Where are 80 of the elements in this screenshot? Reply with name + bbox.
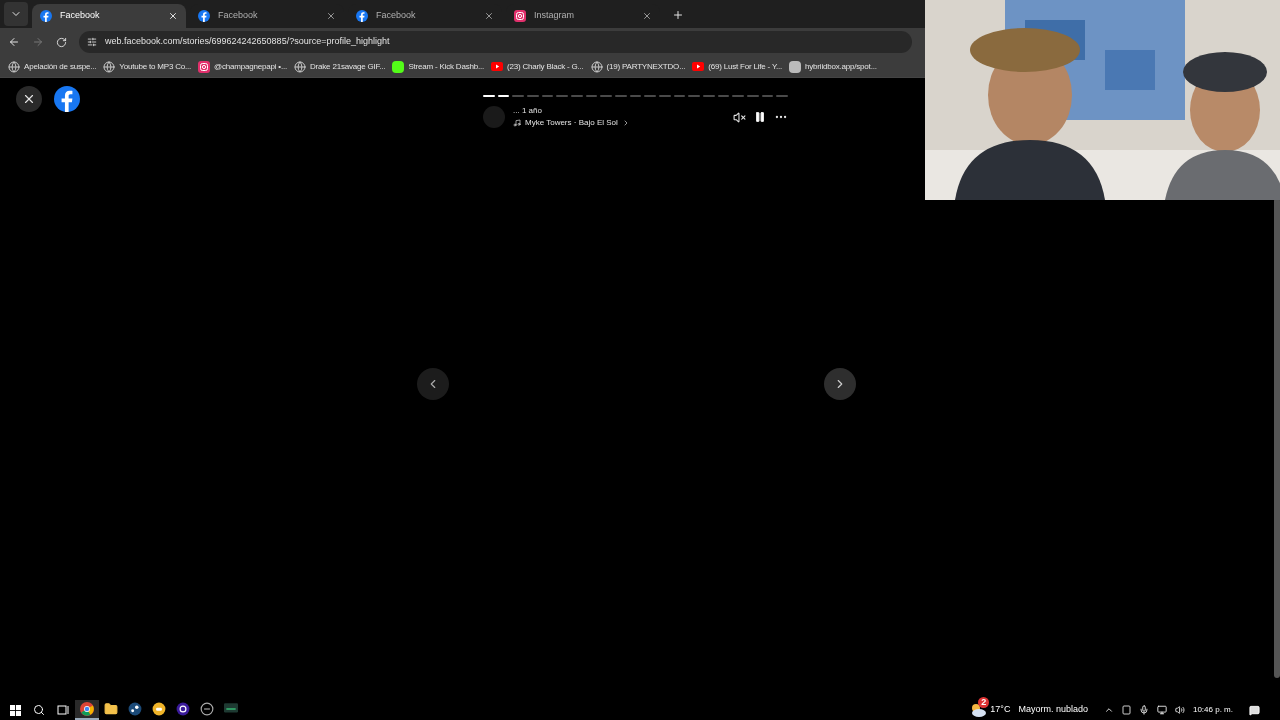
back-icon[interactable] bbox=[8, 36, 20, 48]
network-icon[interactable] bbox=[1156, 705, 1167, 715]
facebook-icon bbox=[198, 10, 210, 22]
weather-icon bbox=[970, 703, 987, 717]
camera-icon bbox=[1121, 705, 1131, 715]
bookmark[interactable]: Stream - Kick Dashb... bbox=[392, 60, 485, 73]
bookmark[interactable]: hybriidbox.app/spot... bbox=[789, 60, 877, 73]
next-button[interactable] bbox=[824, 368, 856, 400]
notifications-icon[interactable] bbox=[1249, 704, 1260, 716]
tab-title: Facebook bbox=[60, 9, 101, 23]
bookmark[interactable]: Apelación de suspe... bbox=[8, 60, 97, 73]
close-icon[interactable] bbox=[642, 11, 652, 21]
folder-icon bbox=[104, 702, 118, 716]
bookmark-label: Stream - Kick Dashb... bbox=[408, 60, 485, 73]
close-icon bbox=[22, 92, 36, 106]
address-field[interactable]: web.facebook.com/stories/699624242650885/?source=profile_highlight bbox=[79, 31, 912, 53]
hb-logo-icon bbox=[789, 60, 802, 73]
facebook-icon bbox=[40, 10, 52, 22]
microphone-icon[interactable] bbox=[1138, 705, 1149, 715]
bookmark[interactable]: (69) Lust For Life - Y... bbox=[692, 60, 783, 73]
bookmark-label: @champagnepapi •... bbox=[214, 60, 287, 73]
bookmark-label: hybriidbox.app/spot... bbox=[805, 60, 877, 73]
bookmark-label: Apelación de suspe... bbox=[24, 60, 97, 73]
facebook-icon bbox=[54, 86, 80, 112]
music-note-icon bbox=[513, 119, 521, 127]
globe-icon bbox=[294, 60, 306, 73]
bookmark-label: (23) Charly Black - G... bbox=[507, 60, 584, 73]
tab-title: Facebook bbox=[376, 9, 417, 23]
play-logo-icon bbox=[692, 62, 705, 71]
tab-title: Instagram bbox=[534, 9, 576, 23]
avatar bbox=[483, 106, 505, 128]
windows-start-icon[interactable] bbox=[10, 704, 21, 716]
k-logo-icon bbox=[392, 60, 405, 73]
disc-app-icon bbox=[200, 702, 214, 716]
bookmark-label: Youtube to MP3 Co... bbox=[119, 60, 192, 73]
bookmark-label: Drake 21savage GIF... bbox=[310, 60, 386, 73]
reload-icon[interactable] bbox=[56, 36, 67, 48]
globe-icon bbox=[590, 60, 603, 73]
search-icon[interactable] bbox=[33, 704, 45, 716]
facebook-icon bbox=[356, 10, 368, 22]
bookmark[interactable]: (19) PARTYNEXTDO... bbox=[590, 60, 686, 73]
weather-text: Mayorm. nublado bbox=[1018, 703, 1088, 717]
task-view-icon[interactable] bbox=[57, 704, 69, 716]
bookmark[interactable]: @champagnepapi •... bbox=[198, 60, 287, 73]
pause-icon[interactable] bbox=[754, 111, 766, 123]
close-icon[interactable] bbox=[484, 11, 494, 21]
story-time: ... 1 año bbox=[513, 105, 543, 117]
close-icon[interactable] bbox=[326, 11, 336, 21]
instagram-icon bbox=[514, 10, 526, 22]
tab-title: Facebook bbox=[218, 9, 259, 23]
clock[interactable]: 10:46 p. m. bbox=[1192, 704, 1233, 716]
notification-badge: 2 bbox=[978, 697, 990, 708]
steam-icon bbox=[128, 702, 142, 716]
globe-icon bbox=[8, 60, 20, 73]
taskbar-app[interactable] bbox=[75, 700, 99, 720]
url-text: web.facebook.com/stories/699624242650885/?source=profile_highlight bbox=[105, 35, 390, 49]
site-settings-icon bbox=[87, 37, 97, 47]
bookmark-label: (69) Lust For Life - Y... bbox=[708, 60, 783, 73]
play-logo-icon bbox=[491, 62, 504, 71]
close-button[interactable] bbox=[16, 86, 42, 112]
new-tab-icon[interactable] bbox=[672, 9, 684, 21]
bookmark-label: (19) PARTYNEXTDO... bbox=[606, 60, 686, 73]
temperature: 17°C bbox=[990, 703, 1011, 717]
bookmark[interactable]: (23) Charly Black - G... bbox=[491, 60, 584, 73]
song-title: Myke Towers · Bajo El Sol bbox=[525, 117, 618, 129]
close-icon[interactable] bbox=[168, 11, 178, 21]
volume-icon[interactable] bbox=[1174, 705, 1185, 715]
muted-speaker-icon[interactable] bbox=[733, 110, 746, 124]
bookmark[interactable]: Youtube to MP3 Co... bbox=[103, 60, 192, 73]
globe-icon bbox=[103, 60, 116, 73]
terminal-icon bbox=[224, 703, 238, 715]
chat-app-icon bbox=[152, 702, 166, 716]
tray-expand-icon[interactable] bbox=[1103, 705, 1114, 715]
browser-tab[interactable]: Facebook bbox=[32, 4, 186, 28]
chrome-icon bbox=[80, 702, 94, 716]
instagram-icon bbox=[198, 60, 211, 73]
song-link[interactable]: Myke Towers · Bajo El Sol bbox=[513, 117, 725, 129]
bookmark[interactable]: Drake 21savage GIF... bbox=[294, 60, 386, 73]
tab-list-button[interactable] bbox=[4, 2, 28, 26]
ring-app-icon bbox=[176, 702, 190, 716]
